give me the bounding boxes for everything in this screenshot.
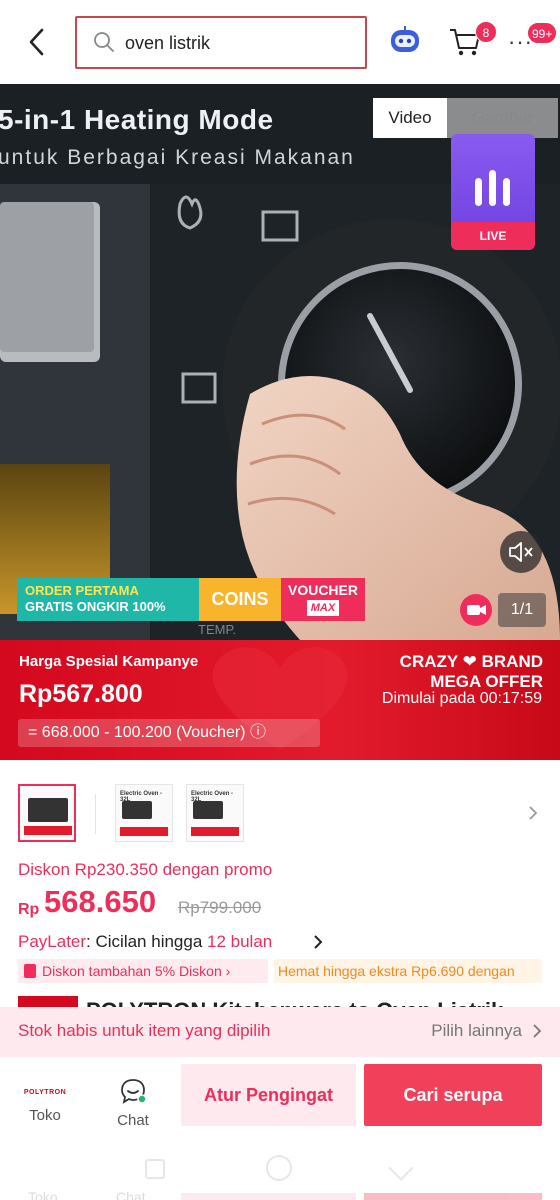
bottom-action-bar: POLYTRON Toko Chat Atur Pengingat Cari s… [0, 1057, 560, 1200]
thumb-banner [120, 827, 168, 836]
campaign-brand-line2: MEGA OFFER [430, 672, 543, 691]
thumb-oven-image [28, 798, 68, 822]
coins-promo: COINS [199, 578, 281, 621]
notification-count-badge: 99+ [527, 22, 558, 44]
campaign-brand-line1: CRAZY ❤ BRAND [399, 652, 543, 671]
campaign-price-banner: Harga Spesial Kampanye Rp567.800 CRAZY ❤… [0, 640, 560, 760]
video-subheadline: untuk Berbagai Kreasi Makanan [0, 146, 355, 169]
paylater-text: : Cicilan hingga [86, 932, 208, 951]
price-currency: Rp [18, 901, 40, 918]
out-of-stock-bar[interactable]: Stok habis untuk item yang dipilih Pilih… [0, 1007, 560, 1057]
media-counter: 1/1 [498, 593, 546, 627]
voucher-max-promo: VOUCHER MAX [281, 578, 365, 621]
out-of-stock-message: Stok habis untuk item yang dipilih [18, 1021, 271, 1040]
ghost-similar-button [364, 1193, 542, 1200]
chevron-right-icon[interactable] [526, 804, 540, 822]
thumbnail-3[interactable]: Electric Oven - 32L [186, 784, 244, 842]
live-audio-bars-icon [475, 170, 510, 206]
chat-label: Chat [117, 1112, 149, 1129]
find-similar-button[interactable]: Cari serupa [364, 1064, 542, 1126]
recent-apps-icon [145, 1159, 165, 1179]
price-calculation[interactable]: = 668.000 - 100.200 (Voucher) ⓘ [18, 719, 320, 747]
promo-free-shipping: GRATIS ONGKIR 100% [25, 599, 166, 614]
live-stream-widget[interactable]: LIVE [451, 134, 535, 250]
back-nav-icon [388, 1155, 414, 1181]
cart-count-badge: 8 [475, 21, 497, 43]
voucher-label: VOUCHER [287, 582, 358, 598]
paylater-label: PayLater [18, 932, 87, 951]
tab-image[interactable]: Gambar [447, 98, 558, 138]
campaign-brand-title: CRAZY ❤ BRAND MEGA OFFER [400, 652, 543, 692]
thumb-oven-image [193, 801, 223, 819]
store-button[interactable]: POLYTRON Toko [18, 1083, 72, 1124]
variant-thumbnails: Electric Oven - 32L Electric Oven - 32L [0, 784, 560, 846]
search-query: oven listrik [125, 33, 211, 53]
promo-first-order: ORDER PERTAMA [25, 583, 139, 598]
ghost-store-label: Toko [28, 1189, 58, 1200]
thumb-oven-image [122, 801, 152, 819]
video-headline: 5-in-1 Heating Mode [0, 104, 274, 135]
search-bar[interactable]: oven listrik [75, 16, 367, 69]
chevron-right-icon [314, 935, 323, 949]
free-shipping-promo: ORDER PERTAMA GRATIS ONGKIR 100% [17, 578, 199, 621]
extra-discount-text: Diskon tambahan 5% Diskon › [42, 963, 231, 979]
chat-button[interactable]: Chat [108, 1077, 158, 1129]
chevron-right-icon [533, 1024, 542, 1038]
voucher-max-tag: MAX [306, 600, 340, 616]
store-label: Toko [29, 1107, 61, 1124]
tab-video[interactable]: Video [373, 98, 447, 138]
mute-speaker-icon[interactable] [500, 531, 542, 573]
video-camera-icon[interactable] [460, 594, 492, 626]
set-reminder-button[interactable]: Atur Pengingat [181, 1064, 356, 1126]
paylater-row[interactable]: PayLater: Cicilan hingga 12 bulan [18, 932, 323, 952]
ghost-chat-label: Chat [116, 1189, 146, 1200]
svg-text:TEMP.: TEMP. [198, 622, 236, 637]
campaign-label: Harga Spesial Kampanye [19, 653, 199, 670]
store-logo: POLYTRON [23, 1089, 67, 1096]
thumb-banner [24, 826, 72, 835]
thumb-banner [191, 827, 239, 836]
promo-discount-text: Diskon Rp230.350 dengan promo [18, 860, 273, 879]
top-bar: oven listrik 8 ··· 99+ [0, 0, 560, 84]
thumbnail-2[interactable]: Electric Oven - 32L [115, 784, 173, 842]
paylater-highlight: 12 bulan [207, 932, 273, 951]
saving-chip[interactable]: Hemat hingga ekstra Rp6.690 dengan [274, 959, 542, 983]
product-media-video[interactable]: TEMP. 5-in-1 Heating Mode untuk Berbagai… [0, 84, 560, 640]
thumbnail-divider [95, 794, 96, 834]
home-icon [266, 1155, 292, 1181]
promo-banner: ORDER PERTAMA GRATIS ONGKIR 100% COINS V… [17, 578, 365, 621]
thumbnail-1[interactable] [18, 784, 76, 842]
ghost-remind-button [181, 1193, 356, 1200]
product-price: 568.650 [44, 884, 157, 919]
back-arrow-icon[interactable] [22, 24, 54, 60]
extra-discount-chip[interactable]: Diskon tambahan 5% Diskon › [18, 959, 268, 983]
campaign-price: Rp567.800 [19, 680, 143, 708]
nav-bar-ghost: Toko Chat [0, 1137, 560, 1200]
voucher-icon [24, 964, 36, 978]
original-price: Rp799.000 [178, 898, 262, 917]
media-type-toggle: Video Gambar [373, 98, 558, 138]
choose-other-link[interactable]: Pilih lainnya [431, 1021, 522, 1041]
live-label: LIVE [451, 222, 535, 250]
chat-bubble-icon [121, 1079, 147, 1104]
search-icon [94, 32, 114, 52]
campaign-countdown: Dimulai pada 00:17:59 [381, 690, 542, 707]
chatbot-assistant-icon[interactable] [388, 24, 422, 58]
